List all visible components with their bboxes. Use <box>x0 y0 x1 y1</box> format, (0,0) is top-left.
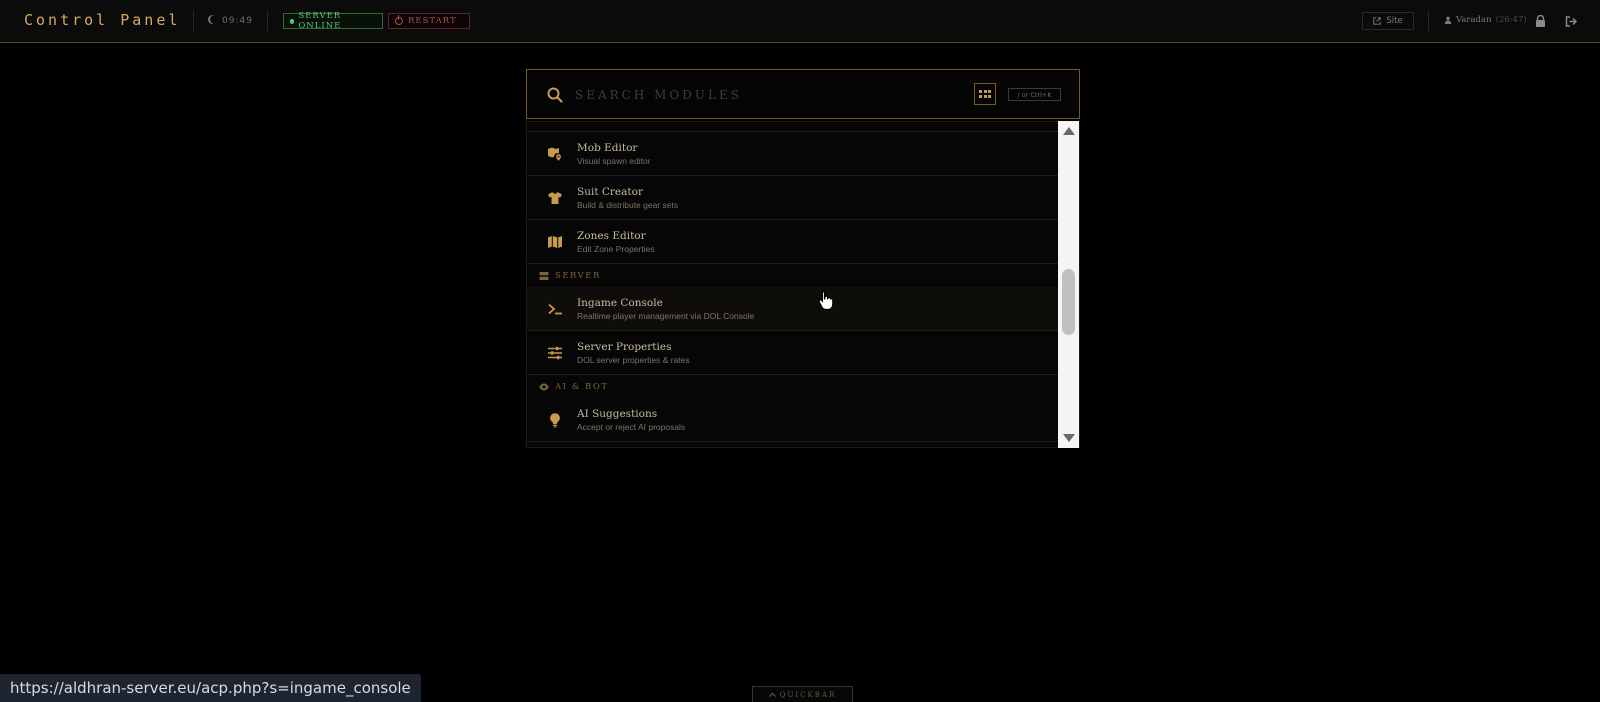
logout-button[interactable] <box>1562 12 1580 30</box>
server-status-badge: SERVER ONLINE <box>283 11 383 31</box>
logout-icon <box>1565 15 1577 27</box>
module-subtitle: Edit Zone Properties <box>577 244 655 254</box>
quickbar-toggle[interactable]: QUICKBAR <box>752 686 853 702</box>
module-title: Ingame Console <box>577 297 663 309</box>
module-list: Mob Editor Visual spawn editor Suit Crea… <box>527 122 1060 442</box>
quickbar-label: QUICKBAR <box>779 690 837 699</box>
lock-button[interactable] <box>1531 12 1549 30</box>
section-title: SERVER <box>555 271 601 281</box>
restart-label: RESTART <box>408 16 457 26</box>
module-subtitle: Accept or reject AI proposals <box>577 422 686 432</box>
lightbulb-icon <box>550 413 560 428</box>
section-header-server: SERVER <box>527 264 1060 287</box>
module-item-zones-editor[interactable]: Zones Editor Edit Zone Properties <box>527 220 1060 264</box>
module-item-ai-suggestions[interactable]: AI Suggestions Accept or reject AI propo… <box>527 398 1060 442</box>
map-icon <box>548 235 562 249</box>
shirt-icon <box>548 192 562 204</box>
restart-button[interactable]: RESTART <box>388 13 470 29</box>
module-title: AI Suggestions <box>577 408 658 420</box>
module-search-bar: / or Ctrl+K <box>526 69 1080 119</box>
search-input[interactable] <box>575 84 935 106</box>
module-subtitle: Realtime player management via DOL Conso… <box>577 311 755 321</box>
user-icon <box>1444 16 1452 24</box>
eye-icon <box>539 383 549 391</box>
server-status-label: SERVER ONLINE <box>298 11 342 31</box>
module-title: Suit Creator <box>577 186 643 198</box>
brand-title[interactable]: Control Panel <box>24 11 180 29</box>
module-title: Zones Editor <box>577 230 646 242</box>
username: Varadan <box>1456 15 1492 25</box>
server-icon <box>539 272 549 280</box>
module-subtitle: Build & distribute gear sets <box>577 200 679 210</box>
divider <box>1428 11 1429 31</box>
module-results-panel: Mob Editor Visual spawn editor Suit Crea… <box>526 121 1080 448</box>
site-button[interactable]: Site <box>1362 12 1414 30</box>
user-menu[interactable]: Varadan (26:47) <box>1444 15 1527 25</box>
top-bar: Control Panel 09:49 SERVER ONLINE RESTAR… <box>0 0 1600 43</box>
clock-time: 09:49 <box>222 16 253 26</box>
search-icon <box>547 87 563 103</box>
divider <box>193 11 194 31</box>
external-link-icon <box>1373 17 1382 25</box>
scrollbar-thumb[interactable] <box>1062 269 1075 335</box>
module-item-ingame-console[interactable]: Ingame Console Realtime player managemen… <box>527 287 1060 331</box>
clock: 09:49 <box>208 15 253 26</box>
module-title: Server Properties <box>577 341 672 353</box>
section-header-ai-bot: AI & BOT <box>527 375 1060 398</box>
module-item-mob-editor[interactable]: Mob Editor Visual spawn editor <box>527 132 1060 176</box>
scroll-up-arrow-icon[interactable] <box>1063 127 1075 135</box>
sliders-icon <box>548 346 562 360</box>
site-label: Site <box>1386 16 1403 26</box>
link-status-url: https://aldhran-server.eu/acp.php?s=inga… <box>0 674 421 702</box>
module-item-suit-creator[interactable]: Suit Creator Build & distribute gear set… <box>527 176 1060 220</box>
module-title: Mob Editor <box>577 142 638 154</box>
module-subtitle: Visual spawn editor <box>577 156 651 166</box>
grid-icon <box>979 90 991 98</box>
hand-cursor-icon <box>818 291 834 310</box>
chevron-up-icon <box>768 692 776 697</box>
lock-icon <box>1535 15 1545 27</box>
results-scrollbar[interactable] <box>1058 121 1079 448</box>
scroll-down-arrow-icon[interactable] <box>1063 434 1075 442</box>
terminal-icon <box>548 303 562 315</box>
list-item-partial <box>527 122 1060 132</box>
user-level: (26:47) <box>1495 15 1527 25</box>
module-item-server-properties[interactable]: Server Properties DOL server properties … <box>527 331 1060 375</box>
moon-icon <box>210 15 219 24</box>
power-icon <box>395 15 403 25</box>
module-subtitle: DOL server properties & rates <box>577 355 690 365</box>
grid-view-button[interactable] <box>974 83 996 105</box>
map-marker-icon <box>548 147 561 161</box>
keyboard-shortcut-hint: / or Ctrl+K <box>1008 88 1061 101</box>
divider <box>267 11 268 31</box>
status-dot-icon <box>290 18 295 24</box>
section-title: AI & BOT <box>555 382 609 392</box>
